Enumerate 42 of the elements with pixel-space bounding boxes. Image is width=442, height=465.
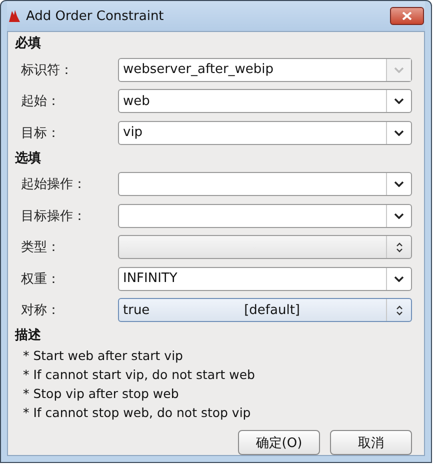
window-title: Add Order Constraint	[26, 8, 165, 24]
chevron-down-icon	[394, 181, 404, 188]
combo-field[interactable]: web	[118, 89, 412, 114]
field-value: INFINITY	[122, 271, 178, 286]
combo-field[interactable]: true [default]	[118, 298, 412, 322]
field-value: webserver_after_webip	[122, 62, 274, 78]
chevron-down-icon	[394, 276, 404, 282]
field-hint: [default]	[244, 302, 300, 318]
field-label: 标识符：	[20, 62, 74, 79]
field-label: 目标：	[20, 124, 61, 142]
section-heading: 描述	[15, 327, 42, 345]
field-value: true	[122, 302, 150, 318]
field-value: vip	[122, 125, 143, 140]
description-line: * If cannot start vip, do not start web	[22, 366, 256, 384]
app-icon	[8, 9, 21, 23]
description-line: * If cannot stop web, do not stop vip	[22, 404, 252, 422]
section-heading: 必填	[15, 34, 42, 53]
combo-field[interactable]	[118, 204, 412, 228]
field-label: 类型：	[20, 239, 61, 256]
chevron-down-icon	[394, 98, 404, 104]
field-label: 目标操作：	[20, 208, 87, 225]
chevron-down-icon	[394, 130, 404, 136]
combo-field[interactable]: INFINITY	[118, 266, 412, 291]
field-label: 权重：	[20, 270, 61, 288]
chevron-down-icon	[394, 212, 404, 219]
combo-field[interactable]: vip	[118, 120, 412, 145]
close-button[interactable]	[390, 7, 424, 25]
dialog-button[interactable]: 取消	[330, 430, 412, 455]
section-heading: 选填	[15, 150, 42, 168]
close-icon	[402, 12, 412, 20]
chevron-down-icon	[394, 66, 404, 73]
combo-field[interactable]	[118, 235, 412, 260]
dialog-button[interactable]: 确定(O)	[238, 430, 320, 455]
field-value: web	[122, 94, 150, 109]
up-down-icon	[396, 304, 402, 316]
up-down-icon	[396, 242, 402, 253]
description-line: * Stop vip after stop web	[22, 385, 180, 403]
description-line: * Start web after start vip	[22, 347, 184, 365]
field-label: 起始：	[20, 93, 61, 110]
field-label: 对称：	[20, 302, 61, 320]
field-label: 起始操作：	[20, 176, 87, 194]
combo-field[interactable]	[118, 172, 412, 196]
